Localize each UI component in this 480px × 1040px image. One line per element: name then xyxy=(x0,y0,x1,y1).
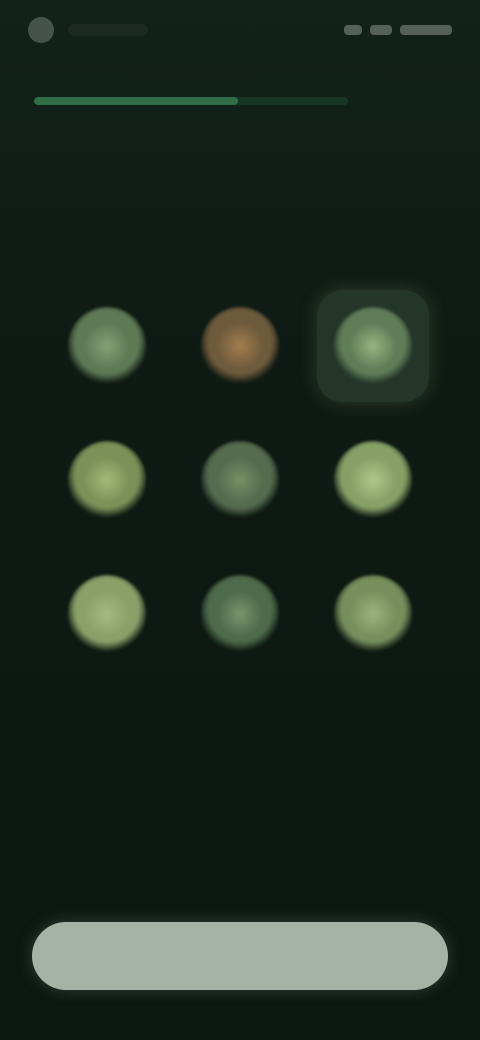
status-left xyxy=(28,17,148,43)
pale-green-orb-icon xyxy=(334,575,413,653)
status-placeholder xyxy=(68,24,148,36)
continue-button-container xyxy=(32,922,448,990)
onboarding-progress-bar xyxy=(34,97,348,105)
battery-icon xyxy=(400,25,452,35)
fern-orb-icon xyxy=(200,575,279,653)
orb-core xyxy=(351,458,396,502)
orb-core xyxy=(84,458,129,502)
option-item[interactable] xyxy=(173,426,306,534)
sage-orb-icon xyxy=(67,575,146,653)
amber-orb-icon xyxy=(200,307,279,385)
orb-core xyxy=(351,592,396,636)
leaf-orb-icon xyxy=(334,307,413,385)
orb-core xyxy=(218,592,262,636)
progress-fill xyxy=(34,97,239,105)
orb-core xyxy=(218,458,262,502)
wifi-icon xyxy=(370,25,392,35)
lime-orb-icon xyxy=(334,441,413,519)
orb-core xyxy=(351,324,396,368)
option-item[interactable] xyxy=(307,290,440,402)
option-item[interactable] xyxy=(40,560,173,668)
option-item[interactable] xyxy=(40,292,173,400)
option-item[interactable] xyxy=(307,426,440,534)
orb-core xyxy=(218,324,262,368)
back-icon[interactable] xyxy=(28,17,54,43)
status-right xyxy=(344,25,452,35)
continue-button[interactable] xyxy=(32,922,448,990)
option-item[interactable] xyxy=(173,560,306,668)
status-bar xyxy=(28,14,452,46)
onboarding-screen xyxy=(0,0,480,1040)
olive-orb-icon xyxy=(67,441,146,519)
orb-core xyxy=(84,324,129,368)
moss-orb-icon xyxy=(200,441,279,519)
signal-icon xyxy=(344,25,362,35)
orb-core xyxy=(84,592,129,636)
option-item[interactable] xyxy=(40,426,173,534)
option-item[interactable] xyxy=(307,560,440,668)
option-grid xyxy=(40,290,440,668)
green-orb-icon xyxy=(67,307,146,385)
option-item[interactable] xyxy=(173,292,306,400)
